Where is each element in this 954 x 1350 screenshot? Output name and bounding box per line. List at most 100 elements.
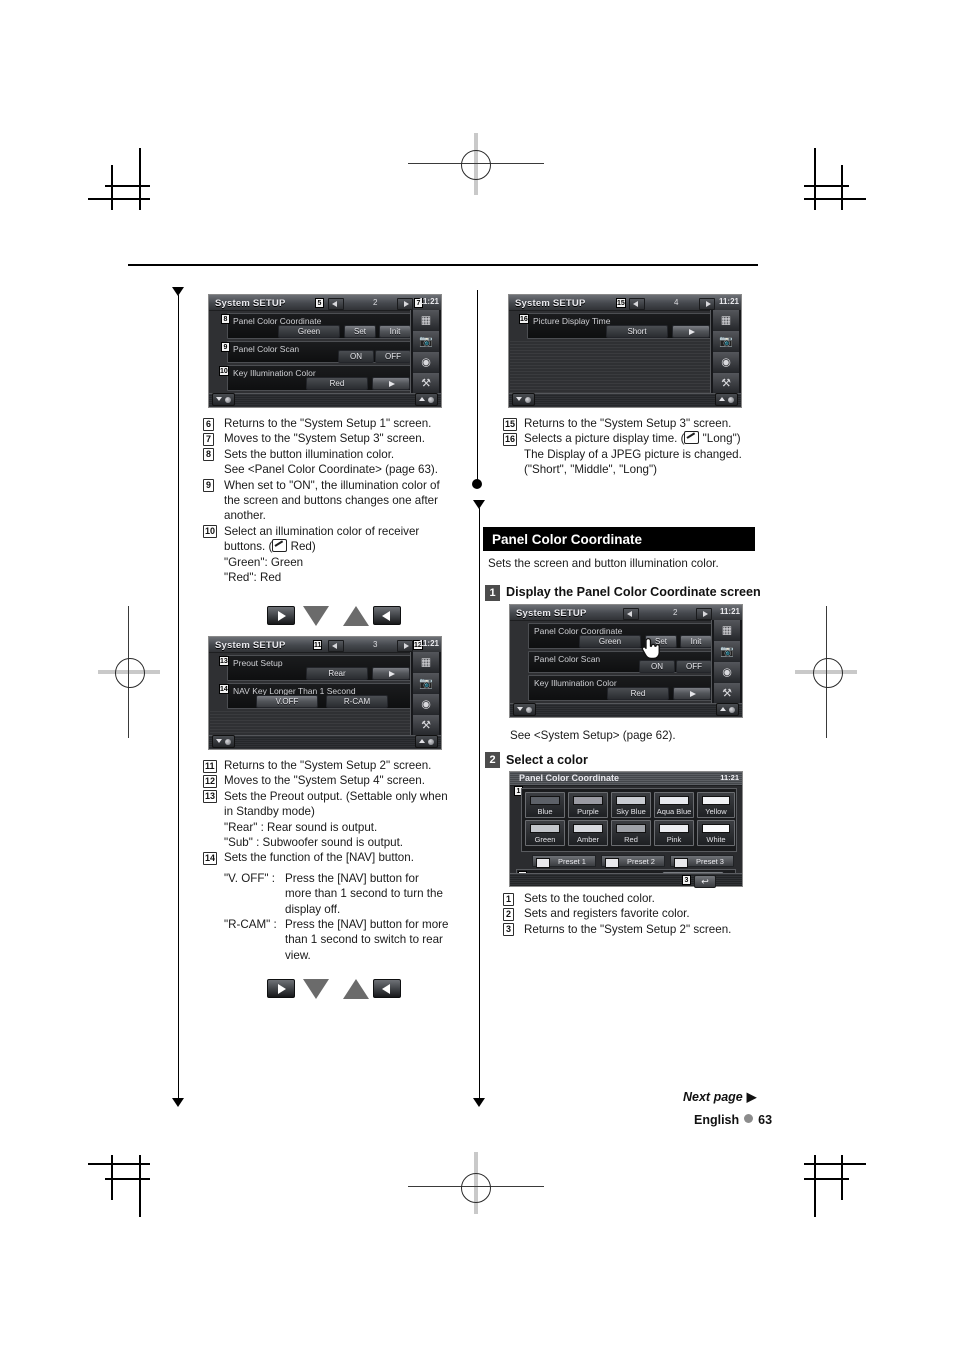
up-triangle: [343, 606, 369, 626]
scan-off-button[interactable]: OFF: [375, 350, 411, 363]
definition-desc-line: Press the [NAV] button for more: [285, 918, 449, 931]
list-item: 6 Returns to the "System Setup 1" screen…: [203, 416, 458, 431]
color-swatch-green[interactable]: Green: [525, 820, 565, 846]
list-item: 11 Returns to the "System Setup 2" scree…: [203, 758, 465, 773]
key-color-next-button[interactable]: [372, 377, 410, 390]
volume-up-knob[interactable]: [415, 393, 438, 406]
disc-icon[interactable]: 📷: [714, 641, 740, 663]
preset-3-button[interactable]: Preset 3: [670, 855, 734, 868]
value-green[interactable]: Green: [278, 325, 340, 338]
value-rear[interactable]: Rear: [306, 667, 368, 680]
preset-label: Preset 2: [627, 857, 655, 866]
audio-icon[interactable]: ◉: [413, 694, 439, 716]
set-button[interactable]: Set: [344, 325, 376, 338]
next-page-button[interactable]: [397, 298, 413, 310]
swatch-color-chip: [573, 796, 603, 805]
color-swatch-aqua-blue[interactable]: Aqua Blue: [654, 792, 694, 818]
prev-page-button[interactable]: [328, 298, 344, 310]
value-red[interactable]: Red: [607, 687, 669, 700]
prev-page-button[interactable]: [623, 608, 639, 620]
audio-icon[interactable]: ◉: [413, 352, 439, 374]
rcam-button[interactable]: R-CAM: [326, 695, 388, 708]
tuner-icon[interactable]: ▦: [413, 310, 439, 332]
swatch-label: White: [706, 835, 726, 844]
left-arrow-button[interactable]: [373, 979, 401, 998]
left-list-b: 11 Returns to the "System Setup 2" scree…: [203, 758, 465, 866]
value-green[interactable]: Green: [579, 635, 641, 648]
item-number: 2: [503, 907, 514, 921]
init-button[interactable]: Init: [680, 635, 712, 648]
init-button[interactable]: Init: [379, 325, 411, 338]
volume-up-knob[interactable]: [716, 703, 739, 716]
crop-mark-top-left-v: [139, 148, 141, 210]
return-arrow-icon[interactable]: [694, 875, 716, 888]
color-swatch-yellow[interactable]: Yellow: [697, 792, 735, 818]
color-swatch-blue[interactable]: Blue: [525, 792, 565, 818]
crop-mark-top-right-h: [804, 198, 866, 200]
up-triangle: [343, 979, 369, 999]
item-number: 13: [203, 790, 218, 804]
preset-2-button[interactable]: Preset 2: [601, 855, 665, 868]
scan-on-button[interactable]: ON: [338, 350, 374, 363]
color-swatch-red[interactable]: Red: [611, 820, 651, 846]
setup-icon[interactable]: ⚒: [413, 373, 439, 395]
volume-up-knob[interactable]: [715, 393, 738, 406]
audio-icon[interactable]: ◉: [714, 662, 740, 684]
prev-page-button[interactable]: [629, 298, 645, 310]
list-item: 12 Moves to the "System Setup 4" screen.: [203, 773, 465, 788]
setup-icon[interactable]: ⚒: [413, 715, 439, 737]
preout-next-button[interactable]: [372, 667, 410, 680]
value-short[interactable]: Short: [606, 325, 668, 338]
volume-down-knob[interactable]: [212, 393, 235, 406]
tuner-icon[interactable]: ▦: [714, 620, 740, 642]
volume-down-knob[interactable]: [212, 735, 235, 748]
item-line: "Rear" : Rear sound is output.: [224, 820, 378, 834]
volume-down-knob[interactable]: [513, 703, 536, 716]
next-page-button[interactable]: [696, 608, 712, 620]
scan-on-button[interactable]: ON: [639, 660, 675, 673]
row-label: Key Illumination Color: [233, 368, 316, 378]
screen-sidebar: ▦ 📷 ◉ ⚒: [710, 310, 741, 395]
audio-icon[interactable]: ◉: [713, 352, 739, 374]
next-page-button[interactable]: [397, 640, 413, 652]
left-column-arrow-foot: [172, 1098, 184, 1107]
value-red[interactable]: Red: [306, 377, 368, 390]
disc-icon[interactable]: 📷: [413, 331, 439, 353]
swatch-label: Sky Blue: [616, 807, 646, 816]
key-color-next-button[interactable]: [673, 687, 711, 700]
swatch-color-chip: [659, 796, 689, 805]
color-swatch-amber[interactable]: Amber: [568, 820, 608, 846]
right-arrow-button[interactable]: [267, 606, 295, 625]
definition-desc-line: Press the [NAV] button for: [285, 872, 419, 885]
color-swatch-white[interactable]: White: [697, 820, 735, 846]
setup-icon[interactable]: ⚒: [714, 683, 740, 705]
list-item: 9 When set to "ON", the illumination col…: [203, 478, 458, 524]
pen-icon: [272, 539, 288, 553]
preset-1-button[interactable]: Preset 1: [532, 855, 596, 868]
volume-down-knob[interactable]: [512, 393, 535, 406]
color-swatch-sky-blue[interactable]: Sky Blue: [611, 792, 651, 818]
setup-icon[interactable]: ⚒: [713, 373, 739, 395]
item-line: ("Short", "Middle", "Long"): [524, 463, 657, 477]
item-line-with-pen: buttons. ( Red): [224, 539, 316, 554]
voff-button[interactable]: V.OFF: [256, 695, 318, 708]
left-arrow-button[interactable]: [373, 606, 401, 625]
next-page-button[interactable]: [699, 298, 715, 310]
step-1-title: Display the Panel Color Coordinate scree…: [506, 585, 761, 599]
right-arrow-button[interactable]: [267, 979, 295, 998]
item-line: another.: [224, 509, 266, 523]
volume-up-knob[interactable]: [415, 735, 438, 748]
right-list-top: 15 Returns to the "System Setup 3" scree…: [503, 416, 765, 478]
row-nav-key-longer: NAV Key Longer Than 1 Second V.OFF R-CAM: [227, 683, 412, 709]
picture-time-next-button[interactable]: [672, 325, 710, 338]
screen-title: System SETUP: [215, 298, 286, 309]
tuner-icon[interactable]: ▦: [413, 652, 439, 674]
color-swatch-purple[interactable]: Purple: [568, 792, 608, 818]
tuner-icon[interactable]: ▦: [713, 310, 739, 332]
prev-page-button[interactable]: [328, 640, 344, 652]
disc-icon[interactable]: 📷: [413, 673, 439, 695]
color-swatch-pink[interactable]: Pink: [654, 820, 694, 846]
disc-icon[interactable]: 📷: [713, 331, 739, 353]
next-page-arrow-icon: ▶: [746, 1090, 757, 1104]
scan-off-button[interactable]: OFF: [676, 660, 712, 673]
